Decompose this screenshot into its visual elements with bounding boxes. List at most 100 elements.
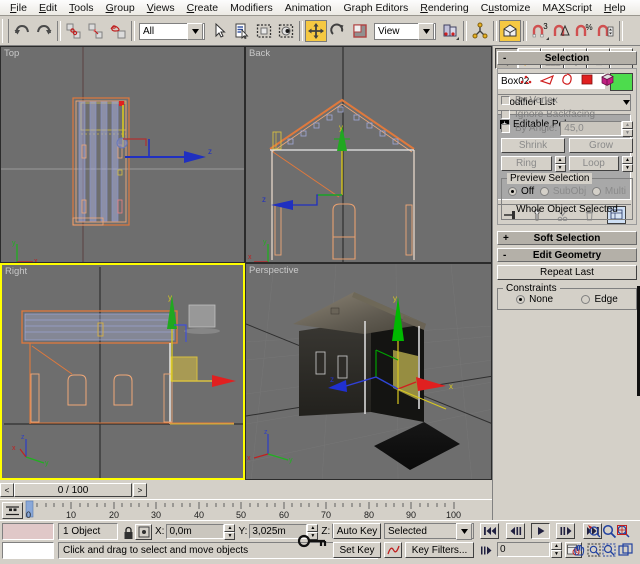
select-rotate-icon[interactable] (327, 20, 349, 42)
menu-item-create[interactable]: Create (181, 1, 225, 15)
by-angle-spinner[interactable]: ▲▼ (622, 121, 633, 136)
zoom-extents-icon[interactable] (601, 542, 618, 559)
viewport-back-label[interactable]: Back (249, 48, 270, 59)
loop-button[interactable]: Loop (569, 156, 620, 171)
viewport-top-label[interactable]: Top (4, 48, 19, 59)
maxscript-mini-listener-output[interactable] (2, 523, 54, 540)
menu-item-edit[interactable]: Edit (33, 1, 63, 15)
by-angle-row[interactable]: By Angle: 45,0 ▲▼ (501, 121, 633, 135)
absolute-relative-icon[interactable] (135, 524, 152, 540)
by-angle-value-field[interactable]: 45,0 (560, 121, 622, 136)
open-mini-curve-editor-button[interactable] (2, 502, 23, 519)
maxscript-mini-listener-input[interactable] (2, 542, 54, 559)
track-bar[interactable]: 01020 304050 607080 90100 (0, 499, 492, 521)
zoom-region-icon[interactable] (586, 542, 603, 559)
constraint-edge-radio-row[interactable]: Edge (581, 294, 617, 305)
viewport-back[interactable]: Back (245, 46, 492, 263)
preview-subobj-radio[interactable] (540, 187, 549, 196)
time-slider-prev-button[interactable]: < (0, 483, 14, 497)
by-vertex-checkbox[interactable] (501, 96, 510, 105)
angle-snap-icon[interactable] (551, 20, 573, 42)
x-coordinate-field[interactable]: 0,0m (166, 524, 224, 539)
viewport-perspective-label[interactable]: Perspective (249, 265, 299, 276)
edit-geometry-rollout-header[interactable]: - Edit Geometry (497, 248, 637, 262)
vertex-icon[interactable] (519, 73, 534, 89)
ring-spinner[interactable]: ▲▼ (555, 156, 566, 171)
current-frame-display[interactable]: 0 / 100 (14, 483, 132, 497)
menu-item-help[interactable]: Help (598, 1, 632, 15)
loop-spinner[interactable]: ▲▼ (622, 156, 633, 171)
menu-item-modifiers[interactable]: Modifiers (224, 1, 279, 15)
soft-selection-rollout-header[interactable]: + Soft Selection (497, 231, 637, 245)
previous-frame-button[interactable] (506, 523, 525, 539)
set-key-button[interactable]: Set Key (333, 542, 381, 558)
next-frame-button[interactable] (556, 523, 575, 539)
reference-coordinate-system-dropdown[interactable]: View (374, 23, 436, 40)
redo-icon[interactable] (33, 20, 55, 42)
menu-item-graph-editors[interactable]: Graph Editors (337, 1, 414, 15)
viewport-top[interactable]: Top (0, 46, 245, 263)
polygon-icon[interactable] (580, 73, 594, 89)
menu-item-animation[interactable]: Animation (279, 1, 338, 15)
menu-item-rendering[interactable]: Rendering (414, 1, 474, 15)
preview-subobj-radio-row[interactable]: SubObj (540, 186, 586, 197)
ring-button[interactable]: Ring (501, 156, 552, 171)
selection-filter-dropdown[interactable]: All (139, 23, 205, 40)
constraint-none-radio[interactable] (516, 295, 525, 304)
edge-icon[interactable] (540, 73, 555, 89)
key-filters-button[interactable]: Key Filters... (405, 542, 474, 558)
constraint-edge-radio[interactable] (581, 295, 590, 304)
constraint-none-radio-row[interactable]: None (516, 294, 553, 305)
element-icon[interactable] (600, 73, 615, 89)
menu-item-file[interactable]: File (4, 1, 33, 15)
preview-multi-radio[interactable] (592, 187, 601, 196)
maximize-viewport-icon[interactable] (617, 542, 634, 559)
zoom-all-icon[interactable] (615, 523, 632, 540)
fov-icon[interactable] (586, 523, 603, 540)
unlink-selection-icon[interactable] (85, 20, 107, 42)
auto-key-button[interactable]: Auto Key (333, 523, 381, 539)
preview-multi-radio-row[interactable]: Multi (592, 186, 626, 197)
go-to-start-button[interactable] (480, 523, 499, 539)
key-mode-icon[interactable] (294, 523, 330, 559)
select-move-icon[interactable] (305, 20, 327, 42)
repeat-last-button[interactable]: Repeat Last (497, 265, 637, 280)
bind-space-warp-icon[interactable] (107, 20, 129, 42)
toolbar-gripper[interactable] (2, 19, 9, 43)
selection-rollout-header[interactable]: - Selection (497, 51, 637, 65)
ignore-backfacing-checkbox[interactable] (501, 110, 510, 119)
rectangular-region-icon[interactable] (253, 20, 275, 42)
border-icon[interactable] (561, 73, 574, 89)
preview-off-radio[interactable] (508, 187, 517, 196)
menu-item-tools[interactable]: Tools (63, 1, 100, 15)
window-crossing-icon[interactable] (275, 20, 297, 42)
grow-button[interactable]: Grow (569, 138, 633, 153)
percent-snap-icon[interactable]: % (573, 20, 595, 42)
x-spinner[interactable]: ▲▼ (224, 524, 235, 539)
go-to-frame-icon[interactable] (478, 542, 495, 558)
hand-icon[interactable] (571, 542, 588, 559)
select-scale-icon[interactable] (349, 20, 371, 42)
by-vertex-checkbox-row[interactable]: By Vertex (501, 93, 633, 107)
time-slider-next-button[interactable]: > (133, 483, 147, 497)
ignore-backfacing-checkbox-row[interactable]: Ignore Backfacing (501, 107, 633, 121)
by-angle-checkbox[interactable] (501, 124, 510, 133)
undo-icon[interactable] (11, 20, 33, 42)
select-manipulate-icon[interactable] (469, 20, 491, 42)
menu-item-group[interactable]: Group (100, 1, 141, 15)
shrink-button[interactable]: Shrink (501, 138, 565, 153)
menu-item-views[interactable]: Views (141, 1, 181, 15)
select-link-icon[interactable] (63, 20, 85, 42)
select-by-name-icon[interactable] (231, 20, 253, 42)
use-pivot-center-icon[interactable] (439, 20, 461, 42)
chevron-down-icon-2[interactable] (418, 23, 434, 40)
play-animation-button[interactable] (531, 523, 550, 539)
menu-item-maxscript[interactable]: MAXScript (536, 1, 598, 15)
menu-item-customize[interactable]: Customize (475, 1, 537, 15)
set-key-filters-curve-icon[interactable] (384, 542, 402, 558)
viewport-perspective[interactable]: Perspective (245, 263, 492, 480)
spinner-snap-icon[interactable] (595, 20, 617, 42)
track-bar-ruler[interactable]: 01020 304050 607080 90100 (25, 500, 490, 521)
chevron-down-icon-4[interactable] (456, 523, 472, 540)
selection-level-dropdown[interactable]: Selected (384, 523, 474, 539)
